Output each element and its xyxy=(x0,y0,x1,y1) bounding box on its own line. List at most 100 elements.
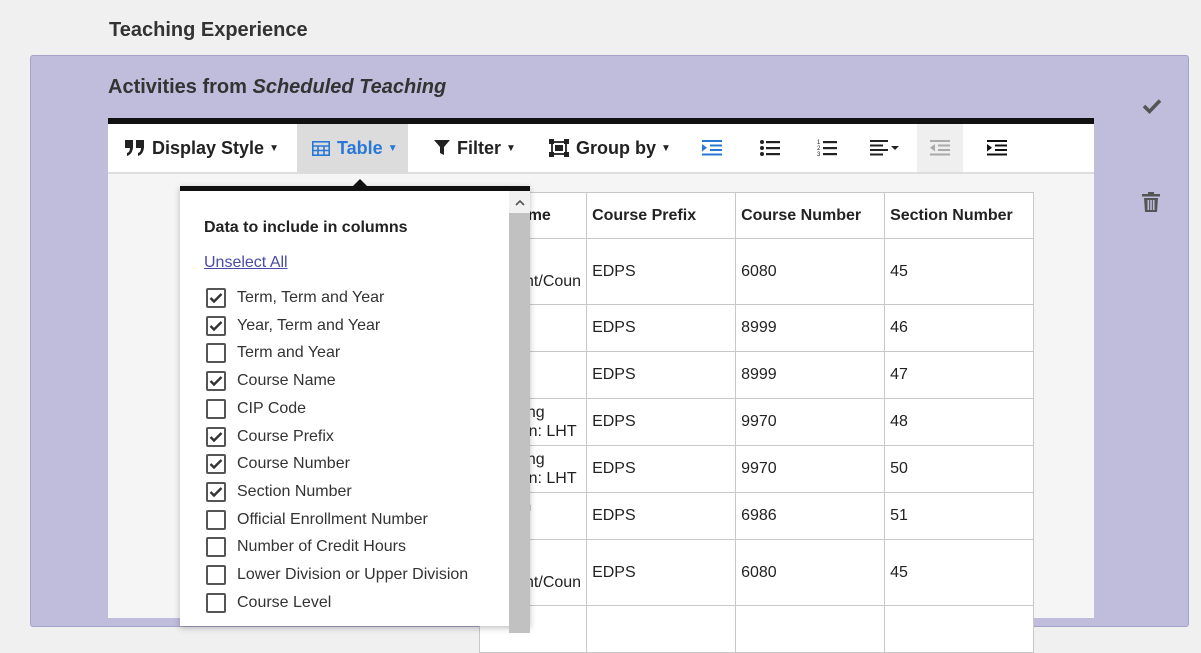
column-option[interactable]: Year, Term and Year xyxy=(206,315,381,336)
column-option-label: Year, Term and Year xyxy=(237,316,381,334)
course-prefix-cell: EDPS xyxy=(586,492,737,540)
column-option[interactable]: CIP Code xyxy=(206,398,307,419)
checkbox[interactable] xyxy=(206,454,226,475)
column-option-label: Lower Division or Upper Division xyxy=(237,566,469,583)
table-row: r opment/CounEDPS608045 xyxy=(478,238,1035,305)
column-option[interactable]: Section Number xyxy=(206,481,352,502)
column-option-label: Official Enrollment Number xyxy=(237,510,428,528)
filter-icon xyxy=(434,140,450,156)
table-row: ral rtationEDPS899947 xyxy=(478,351,1035,399)
checkbox[interactable] xyxy=(206,343,226,364)
scroll-up-icon[interactable] xyxy=(509,191,530,213)
group-icon xyxy=(549,139,569,157)
check-icon xyxy=(209,431,223,442)
column-option[interactable]: Course Name xyxy=(206,371,336,392)
trash-icon[interactable] xyxy=(1142,192,1162,212)
checkbox[interactable] xyxy=(206,315,226,336)
section-title: Teaching Experience xyxy=(109,19,308,41)
course-number-cell: 6080 xyxy=(735,539,886,606)
section-number-cell: 47 xyxy=(884,351,1035,399)
caret-down-icon: ▼ xyxy=(506,142,516,154)
panel-title-source: Scheduled Teaching xyxy=(252,76,447,98)
checkbox[interactable] xyxy=(206,426,226,447)
section-number-cell: 45 xyxy=(884,238,1035,305)
column-option[interactable]: Number of Credit Hours xyxy=(206,537,406,558)
align-dropdown-icon[interactable] xyxy=(868,136,902,160)
course-prefix-cell: EDPS xyxy=(586,539,737,606)
dropdown-scrollbar[interactable] xyxy=(509,191,530,633)
course-number-cell xyxy=(735,605,886,653)
increase-indent-icon[interactable] xyxy=(985,136,1009,160)
course-prefix-cell: EDPS xyxy=(586,445,737,493)
display-style-button[interactable]: Display Style ▼ xyxy=(125,124,279,172)
table-row: ship in selingEDPS698651 xyxy=(478,492,1035,540)
caret-down-icon: ▼ xyxy=(269,142,279,154)
table-icon xyxy=(312,140,330,156)
column-option-label: Term and Year xyxy=(237,344,341,362)
caret-down-icon: ▼ xyxy=(387,142,398,154)
outdent-icon[interactable] xyxy=(917,124,963,172)
checkbox[interactable] xyxy=(206,509,226,530)
course-number-cell: 8999 xyxy=(735,304,886,352)
column-option[interactable]: Course Prefix xyxy=(206,426,334,447)
checkbox[interactable] xyxy=(206,565,226,585)
column-option[interactable]: Term and Year xyxy=(206,343,341,364)
checkbox[interactable] xyxy=(206,592,226,613)
check-icon xyxy=(209,459,223,470)
courses-table: se Name Course Prefix Course Number Sect… xyxy=(478,192,1035,653)
group-by-button[interactable]: Group by ▼ xyxy=(549,124,671,172)
column-option[interactable]: Term, Term and Year xyxy=(206,288,384,308)
header-course-number[interactable]: Course Number xyxy=(735,192,886,239)
checkbox[interactable] xyxy=(206,537,226,558)
unselect-all-link[interactable]: Unselect All xyxy=(204,254,288,272)
check-icon xyxy=(209,320,223,331)
course-prefix-cell: EDPS xyxy=(586,398,737,446)
table-header-row: se Name Course Prefix Course Number Sect… xyxy=(478,192,1035,239)
dropdown-heading: Data to include in columns xyxy=(204,219,408,236)
section-number-cell: 46 xyxy=(884,304,1035,352)
checkbox[interactable] xyxy=(206,371,226,392)
column-option[interactable]: Lower Division or Upper Division xyxy=(206,565,468,585)
table-row: Standng nuation: LHTEDPS997048 xyxy=(478,398,1035,446)
column-option[interactable]: Course Level xyxy=(206,592,332,613)
checkbox[interactable] xyxy=(206,481,226,502)
filter-button[interactable]: Filter ▼ xyxy=(434,124,516,172)
header-course-prefix[interactable]: Course Prefix xyxy=(586,192,737,239)
column-option-label: Section Number xyxy=(237,482,352,500)
checkbox[interactable] xyxy=(206,398,226,419)
table-row xyxy=(478,605,1035,653)
display-style-label: Display Style xyxy=(152,137,265,158)
column-option-label: Course Level xyxy=(237,593,332,611)
column-option-label: CIP Code xyxy=(237,399,307,417)
checkmark-icon[interactable] xyxy=(1142,96,1162,116)
caret-down-icon: ▼ xyxy=(661,142,671,154)
scroll-thumb[interactable] xyxy=(509,213,530,633)
course-prefix-cell xyxy=(586,605,737,653)
section-number-cell: 51 xyxy=(884,492,1035,540)
column-option[interactable]: Course Number xyxy=(206,454,350,475)
course-number-cell: 6080 xyxy=(735,238,886,305)
column-option-label: Term, Term and Year xyxy=(237,289,385,306)
toolbar: Display Style ▼ Table ▼ Filter ▼ Group b… xyxy=(108,124,1094,174)
section-number-cell: 45 xyxy=(884,539,1035,606)
column-option-label: Number of Credit Hours xyxy=(237,538,406,556)
course-prefix-cell: EDPS xyxy=(586,351,737,399)
course-number-cell: 8999 xyxy=(735,351,886,399)
quote-icon xyxy=(125,140,145,156)
header-section-number[interactable]: Section Number xyxy=(884,192,1035,239)
svg-text:3: 3 xyxy=(817,152,821,157)
section-number-cell xyxy=(884,605,1035,653)
indent-icon[interactable] xyxy=(700,136,724,160)
columns-dropdown: Data to include in columns Unselect All … xyxy=(180,179,530,633)
check-icon xyxy=(209,487,223,498)
bulleted-list-icon[interactable] xyxy=(758,136,782,160)
table-button[interactable]: Table ▼ xyxy=(297,124,408,172)
table-row: ral rtationEDPS899946 xyxy=(478,304,1035,352)
column-option-label: Course Prefix xyxy=(237,427,334,445)
table-row: r opment/CounEDPS608045 xyxy=(478,539,1035,606)
checkbox[interactable] xyxy=(206,288,226,308)
dropdown-arrow xyxy=(352,179,368,187)
numbered-list-icon[interactable]: 123 xyxy=(815,136,839,160)
course-prefix-cell: EDPS xyxy=(586,238,737,305)
column-option[interactable]: Official Enrollment Number xyxy=(206,509,428,530)
